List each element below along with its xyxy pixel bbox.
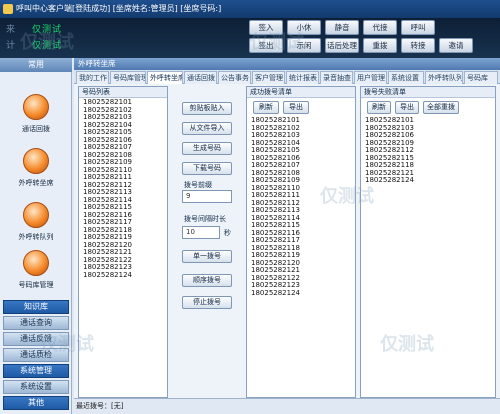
sidebar-item-outbound-agent[interactable]: 外呼转坐席 (4, 148, 68, 188)
tab-bar: 我的工作台 号码库管理 外呼转坐席 通话回拨 公告事务 客户管理 统计报表 录音… (74, 70, 500, 84)
sidebar-button-other[interactable]: 其他 (3, 396, 69, 410)
led-label-1: 来 (6, 25, 17, 35)
number-list[interactable]: 18025282101 18025282102 18025282103 1802528… (80, 99, 166, 396)
redial-all-button[interactable]: 全部重拨 (423, 101, 459, 114)
tab-notices[interactable]: 公告事务 (218, 71, 251, 84)
import-file-button[interactable]: 从文件导入 (182, 122, 232, 135)
interval-field[interactable]: 10 (182, 226, 220, 239)
failed-list[interactable]: 18025282101 18025282103 18025282106 1802528… (362, 117, 494, 396)
single-dial-button[interactable]: 单一拨号 (182, 250, 232, 263)
stop-dial-button[interactable]: 停止拨号 (182, 296, 232, 309)
toolbar: 签入 小休 静音 代接 呼叫 签出 示闲 话后处理 重拨 转接 邀请 (249, 20, 473, 56)
after-call-button[interactable]: 话后处理 (325, 38, 359, 53)
success-list[interactable]: 18025282101 18025282102 18025282103 1802528… (248, 117, 354, 396)
call-button[interactable]: 呼叫 (401, 20, 435, 35)
tab-callback[interactable]: 通话回拨 (184, 71, 217, 84)
phone-icon (23, 94, 49, 120)
paste-clipboard-button[interactable]: 剪贴板贴入 (182, 102, 232, 115)
success-header: 成功拨号清单 (247, 87, 355, 98)
prefix-label: 拨号前缀 (184, 181, 212, 189)
success-export-button[interactable]: 导出 (283, 101, 309, 114)
app-window: 呼叫中心客户端[登陆成功] [坐席姓名:管理员] [坐席号码:] 来 仅测试 计… (0, 0, 500, 414)
phone-icon (23, 250, 49, 276)
failed-header: 拨号失败清单 (361, 87, 495, 98)
tab-reports[interactable]: 统计报表 (286, 71, 319, 84)
list-item[interactable]: 18025282124 (251, 289, 354, 298)
interval-label: 拨号间隔时长 (184, 215, 226, 223)
sidebar-item-label: 号码库管理 (18, 281, 54, 289)
list-item[interactable]: 18025282124 (365, 176, 494, 185)
redial-button[interactable]: 重拨 (363, 38, 397, 53)
number-list-header: 号码列表 (79, 87, 167, 98)
led-value-1: 仅测试 (32, 25, 63, 35)
last-dialed-status: 最近拨号：[无] (76, 402, 124, 410)
download-numbers-button[interactable]: 下载号码 (182, 162, 232, 175)
failed-refresh-button[interactable]: 刷新 (367, 101, 391, 114)
phone-icon (23, 148, 49, 174)
tab-outbound-queue[interactable]: 外呼转队列 (425, 71, 463, 84)
tab-workbench[interactable]: 我的工作台 (76, 71, 109, 84)
prefix-field[interactable]: 9 (182, 190, 232, 203)
led-label-2: 计 (6, 41, 17, 51)
tab-outbound-agent[interactable]: 外呼转坐席 (147, 71, 183, 84)
interval-unit: 秒 (224, 229, 231, 237)
tab-number-library[interactable]: 号码库管理 (110, 71, 146, 84)
tab-number-library-2[interactable]: 号码库 (464, 71, 498, 84)
generate-numbers-button[interactable]: 生成号码 (182, 142, 232, 155)
sidebar-item-outbound-queue[interactable]: 外呼转队列 (4, 202, 68, 242)
success-panel: 成功拨号清单 刷新 导出 18025282101 18025282102 18025… (246, 86, 356, 398)
sidebar-button-knowledge[interactable]: 知识库 (3, 300, 69, 314)
sequence-dial-button[interactable]: 顺序拨号 (182, 274, 232, 287)
main-area: 外呼转坐席 我的工作台 号码库管理 外呼转坐席 通话回拨 公告事务 客户管理 统… (74, 58, 500, 414)
sign-out-button[interactable]: 签出 (249, 38, 283, 53)
page-title: 外呼转坐席 (74, 58, 500, 70)
led-value-2: 仅测试 (32, 41, 63, 51)
mute-button[interactable]: 静音 (325, 20, 359, 35)
transfer-button[interactable]: 转接 (401, 38, 435, 53)
sidebar: 常用 通话回拨 外呼转坐席 外呼转队列 号码库管理 知识库 通话查询 通话反馈 … (0, 58, 72, 414)
window-title: 呼叫中心客户端[登陆成功] [坐席姓名:管理员] [坐席号码:] (16, 4, 222, 13)
sidebar-header: 常用 (0, 58, 72, 72)
success-refresh-button[interactable]: 刷新 (253, 101, 279, 114)
title-bar: 呼叫中心客户端[登陆成功] [坐席姓名:管理员] [坐席号码:] (0, 0, 500, 18)
failed-panel: 拨号失败清单 刷新 导出 全部重拨 18025282101 18025282103… (360, 86, 496, 398)
phone-icon (23, 202, 49, 228)
app-icon (3, 4, 13, 14)
tab-users[interactable]: 用户管理 (354, 71, 387, 84)
idle-button[interactable]: 示闲 (287, 38, 321, 53)
break-button[interactable]: 小休 (287, 20, 321, 35)
sidebar-button-feedback[interactable]: 通话反馈 (3, 332, 69, 346)
failed-export-button[interactable]: 导出 (395, 101, 419, 114)
sidebar-button-system-settings[interactable]: 系统设置 (3, 380, 69, 394)
sidebar-button-system-manage[interactable]: 系统管理 (3, 364, 69, 378)
tab-recording-check[interactable]: 录音抽查 (320, 71, 353, 84)
tab-customers[interactable]: 客户管理 (252, 71, 285, 84)
tab-system-settings[interactable]: 系统设置 (388, 71, 424, 84)
sidebar-item-label: 外呼转坐席 (18, 179, 54, 187)
number-list-panel: 号码列表 18025282101 18025282102 18025282103 18… (78, 86, 168, 398)
pickup-button[interactable]: 代接 (363, 20, 397, 35)
list-item[interactable]: 18025282124 (83, 271, 166, 280)
status-bar: 最近拨号：[无] (74, 398, 500, 414)
sidebar-item-label: 通话回拨 (22, 125, 50, 133)
invite-button[interactable]: 邀请 (439, 38, 473, 53)
sidebar-button-call-query[interactable]: 通话查询 (3, 316, 69, 330)
sidebar-item-label: 外呼转队列 (18, 233, 54, 241)
sidebar-item-callback[interactable]: 通话回拨 (4, 94, 68, 134)
sidebar-button-quality[interactable]: 通话质检 (3, 348, 69, 362)
sign-in-button[interactable]: 签入 (249, 20, 283, 35)
sidebar-item-number-library[interactable]: 号码库管理 (4, 250, 68, 290)
